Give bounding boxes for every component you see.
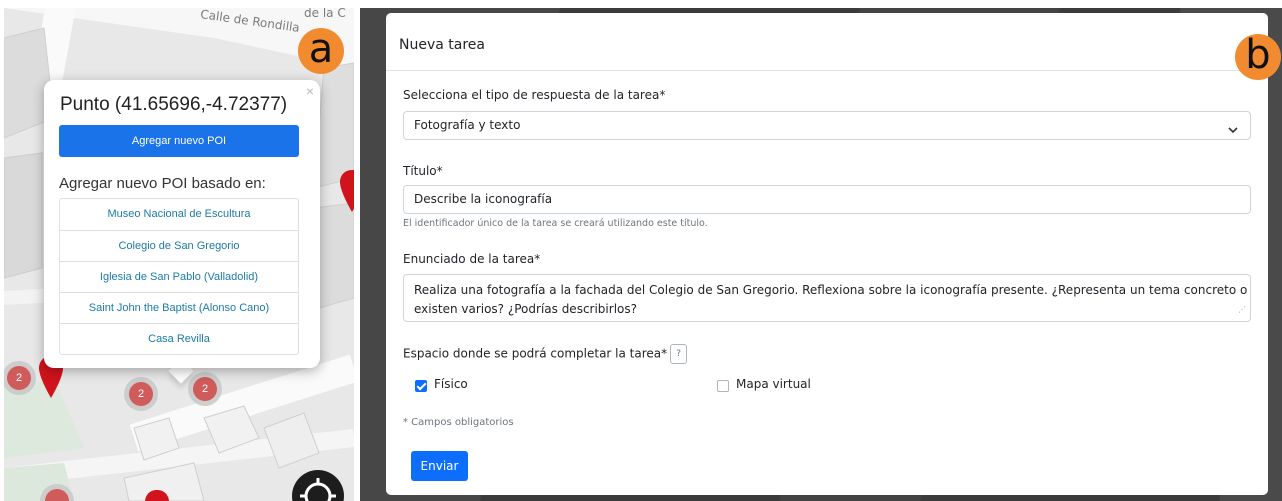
crosshair-icon (300, 478, 336, 501)
statement-label: Enunciado de la tarea* (403, 252, 541, 266)
cluster-count: 2 (193, 377, 217, 401)
poi-option[interactable]: Casa Revilla (60, 323, 298, 354)
physical-checkbox[interactable] (415, 380, 427, 392)
submit-button[interactable]: Enviar (411, 451, 468, 481)
cluster-count: 2 (7, 366, 31, 390)
poi-list: Museo Nacional de Escultura Colegio de S… (59, 198, 299, 355)
marker-cluster[interactable]: 2 (124, 377, 158, 411)
map-panel[interactable]: Calle de Rondilla de la C 2 2 2 × Punto … (4, 8, 354, 501)
virtual-map-checkbox[interactable] (717, 380, 729, 392)
poi-option[interactable]: Saint John the Baptist (Alonso Cano) (60, 292, 298, 323)
form-panel: Nueva tarea Selecciona el tipo de respue… (360, 8, 1282, 501)
statement-line: Realiza una fotografía a la fachada del … (414, 283, 1248, 297)
street-label-secondary: de la C (304, 8, 346, 20)
cluster-count (45, 489, 69, 501)
title-help: El identificador único de la tarea se cr… (403, 218, 708, 229)
title-input[interactable]: Describe la iconografía (403, 185, 1251, 214)
poi-option[interactable]: Iglesia de San Pablo (Valladolid) (60, 261, 298, 292)
statement-textarea[interactable]: Realiza una fotografía a la fachada del … (403, 274, 1251, 322)
statement-line: existen varios? ¿Podrías describirlos? (414, 302, 637, 316)
required-note: * Campos obligatorios (403, 417, 514, 428)
poi-option[interactable]: Museo Nacional de Escultura (60, 199, 298, 230)
map-marker-icon[interactable] (144, 488, 170, 501)
cluster-count: 2 (129, 382, 153, 406)
space-label: Espacio donde se podrá completar la tare… (403, 346, 668, 361)
poi-option[interactable]: Colegio de San Gregorio (60, 230, 298, 261)
new-task-modal: Nueva tarea Selecciona el tipo de respue… (386, 13, 1268, 495)
help-icon[interactable]: ? (670, 344, 688, 364)
locate-button[interactable] (292, 470, 344, 501)
panel-badge-a: a (298, 28, 344, 74)
response-type-select[interactable]: Fotografía y texto (403, 111, 1251, 140)
physical-label[interactable]: Físico (434, 377, 468, 391)
space-label-row: Espacio donde se podrá completar la tare… (403, 344, 688, 364)
close-icon[interactable]: × (306, 83, 314, 99)
virtual-map-label[interactable]: Mapa virtual (736, 377, 811, 391)
marker-cluster[interactable]: 2 (188, 372, 222, 406)
add-poi-button[interactable]: Agregar nuevo POI (59, 125, 299, 157)
response-type-value: Fotografía y texto (414, 118, 521, 132)
panel-badge-b: b (1235, 34, 1281, 80)
map-marker-icon[interactable] (340, 168, 354, 214)
point-popup: × Punto (41.65696,-4.72377) Agregar nuev… (44, 80, 320, 368)
title-label: Título* (403, 164, 443, 178)
chevron-down-icon (1228, 118, 1238, 145)
resize-handle-icon[interactable]: ⋰ (1238, 300, 1246, 319)
response-type-label: Selecciona el tipo de respuesta de la ta… (403, 88, 666, 102)
popup-subtitle: Agregar nuevo POI basado en: (59, 175, 266, 192)
modal-title: Nueva tarea (386, 13, 1268, 71)
popup-title: Punto (41.65696,-4.72377) (60, 94, 288, 115)
